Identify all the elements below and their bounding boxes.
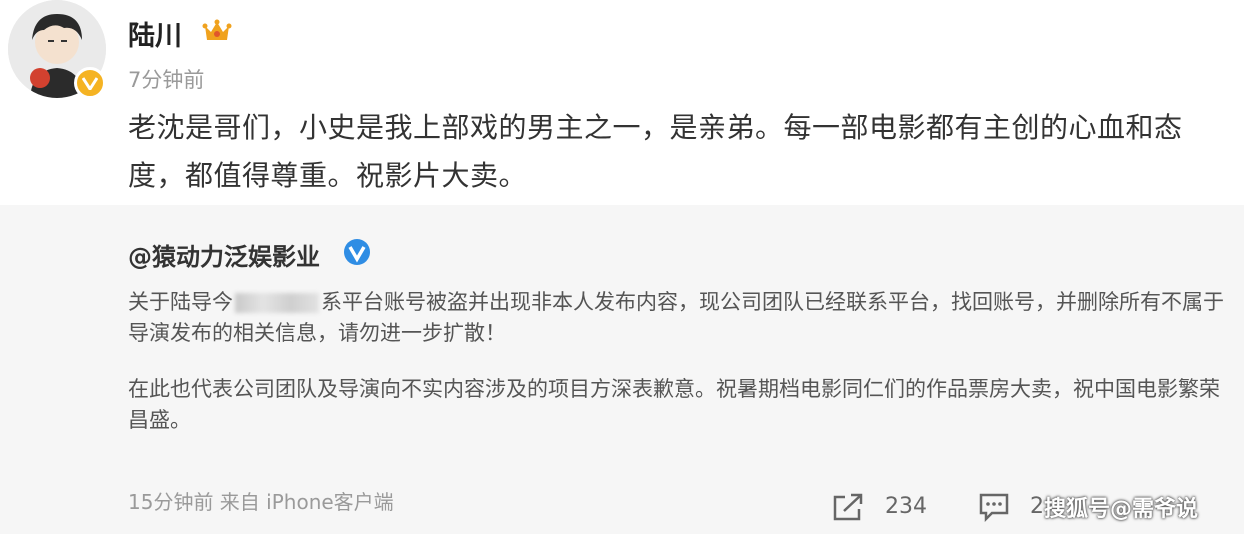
main-post: 陆川 7分钟前 老沈是哥们，小史是我上部戏的男主之一，是亲弟。每一部电影都有主创… xyxy=(0,0,1244,205)
watermark: 搜狐号@需爷说 xyxy=(1044,497,1199,522)
comment-count[interactable]: 2 xyxy=(1030,494,1044,519)
reposted-card[interactable]: @猿动力泛娱影业 关于陆导今 系平台账号被盗并出现非本人发布内容，现公司团队已经联… xyxy=(0,205,1244,534)
comment-icon[interactable] xyxy=(978,492,1010,526)
username[interactable]: 陆川 xyxy=(128,14,182,53)
repost-meta: 15分钟前 来自 iPhone客户端 xyxy=(128,490,394,514)
share-icon[interactable] xyxy=(832,492,864,526)
verified-badge-icon xyxy=(74,67,106,99)
repost-content: 关于陆导今 系平台账号被盗并出现非本人发布内容，现公司团队已经联系平台，找回账号，… xyxy=(128,287,1228,436)
repost-paragraph-1-start: 关于陆导今 xyxy=(128,290,233,314)
repost-author-link[interactable]: @猿动力泛娱影业 xyxy=(128,237,320,272)
post-timestamp: 7分钟前 xyxy=(128,68,205,92)
repost-paragraph-2: 在此也代表公司团队及导演向不实内容涉及的项目方深表歉意。祝暑期档电影同仁们的作品… xyxy=(128,377,1220,432)
repost-paragraph-1: 关于陆导今 系平台账号被盗并出现非本人发布内容，现公司团队已经联系平台，找回账号，… xyxy=(128,287,1228,349)
share-count[interactable]: 234 xyxy=(885,494,927,519)
post-content: 老沈是哥们，小史是我上部戏的男主之一，是亲弟。每一部电影都有主创的心血和态度，都… xyxy=(128,111,1183,192)
crown-icon xyxy=(202,18,232,48)
redacted-blur xyxy=(235,293,319,313)
verified-icon xyxy=(343,238,371,270)
